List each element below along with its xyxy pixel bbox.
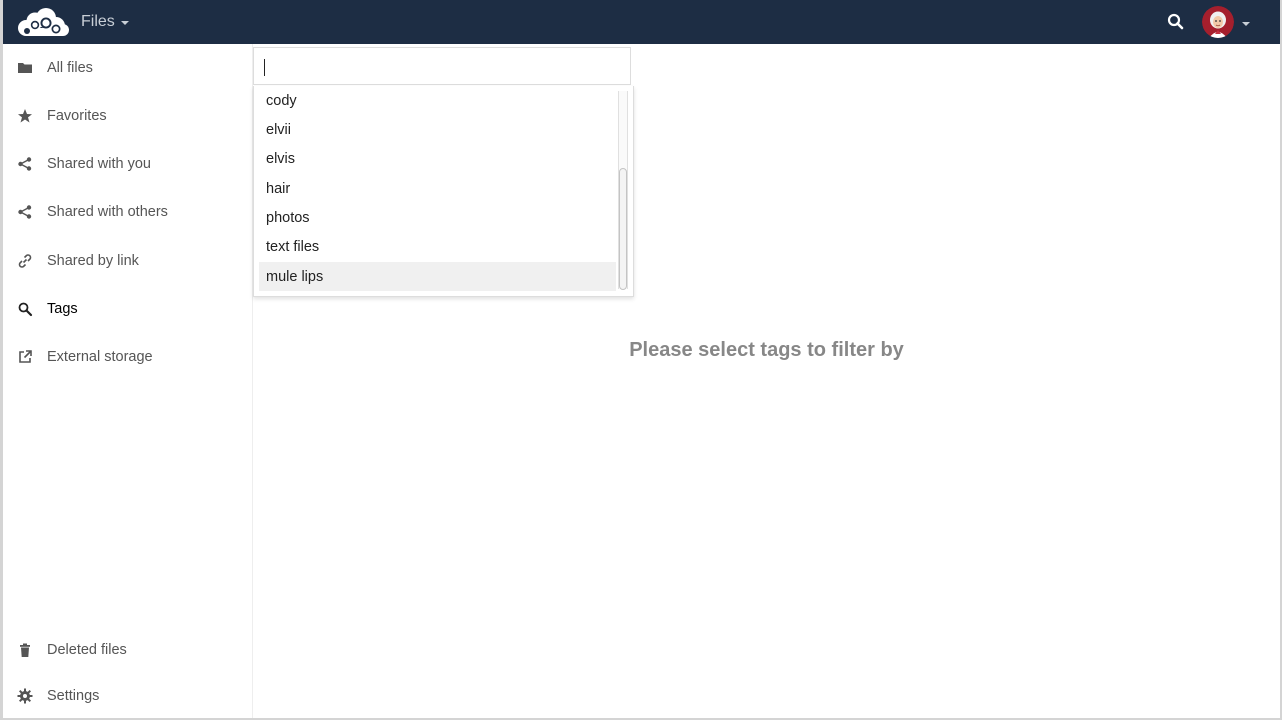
- tag-filter-input[interactable]: [253, 47, 631, 85]
- sidebar-item-shared-by-link[interactable]: Shared by link: [3, 239, 252, 283]
- files-app-window: Files All files Favorites Shared with yo…: [0, 0, 1282, 720]
- tag-option-highlighted[interactable]: mule lips: [259, 262, 616, 291]
- empty-content-message: Please select tags to filter by: [629, 339, 904, 361]
- sidebar-item-settings[interactable]: Settings: [3, 674, 252, 718]
- tag-option-label: mule lips: [266, 268, 324, 285]
- sidebar-item-label: Tags: [47, 301, 78, 317]
- user-avatar-icon[interactable]: [1202, 6, 1234, 38]
- sidebar-item-label: Shared with you: [47, 156, 151, 172]
- tag-option[interactable]: elvis: [259, 144, 616, 173]
- chevron-down-icon: [120, 21, 129, 25]
- sidebar-item-deleted-files[interactable]: Deleted files: [3, 628, 252, 672]
- search-icon[interactable]: [1165, 11, 1187, 33]
- sidebar-item-all-files[interactable]: All files: [3, 46, 252, 90]
- star-icon: [17, 108, 33, 124]
- sidebar-item-label: Deleted files: [47, 642, 127, 658]
- sidebar-item-external-storage[interactable]: External storage: [3, 335, 252, 379]
- share-icon: [17, 156, 33, 172]
- tag-option[interactable]: elvii: [259, 115, 616, 144]
- folder-icon: [17, 60, 33, 76]
- tag-option-label: photos: [266, 209, 310, 226]
- external-link-icon: [17, 349, 33, 365]
- tag-option-label: elvis: [266, 150, 296, 167]
- app-name-label: Files: [81, 13, 115, 30]
- tag-option-label: text files: [266, 238, 320, 255]
- sidebar-item-label: Favorites: [47, 108, 107, 124]
- tag-option-label: hair: [266, 180, 291, 197]
- trash-icon: [17, 642, 33, 658]
- sidebar-item-label: All files: [47, 60, 93, 76]
- app-navigation-sidebar: All files Favorites Shared with you Shar…: [3, 44, 253, 718]
- sidebar-item-label: External storage: [47, 349, 153, 365]
- top-header: Files: [3, 0, 1280, 44]
- search-icon: [17, 301, 33, 317]
- sidebar-item-favorites[interactable]: Favorites: [3, 94, 252, 138]
- link-icon: [17, 253, 33, 269]
- dropdown-scrollbar-thumb[interactable]: [619, 168, 627, 290]
- sidebar-item-shared-with-others[interactable]: Shared with others: [3, 190, 252, 234]
- sidebar-item-tags[interactable]: Tags: [3, 287, 252, 331]
- text-cursor: [264, 59, 265, 76]
- tag-option[interactable]: text files: [259, 232, 616, 261]
- sidebar-item-shared-with-you[interactable]: Shared with you: [3, 142, 252, 186]
- share-icon: [17, 204, 33, 220]
- owncloud-logo-icon[interactable]: [15, 6, 69, 38]
- sidebar-item-label: Settings: [47, 688, 100, 704]
- app-menu-button[interactable]: Files: [81, 0, 129, 44]
- tag-option-label: elvii: [266, 121, 291, 138]
- tag-option[interactable]: photos: [259, 203, 616, 232]
- gear-icon: [17, 688, 33, 704]
- tag-option[interactable]: cody: [259, 86, 616, 115]
- tag-option[interactable]: hair: [259, 174, 616, 203]
- tag-dropdown: cody elvii elvis hair photos text files …: [253, 86, 634, 297]
- sidebar-item-label: Shared with others: [47, 204, 168, 220]
- tag-option-label: cody: [266, 92, 297, 109]
- sidebar-item-label: Shared by link: [47, 253, 139, 269]
- app-content: cody elvii elvis hair photos text files …: [253, 44, 1280, 718]
- user-menu-chevron-icon[interactable]: [1242, 22, 1250, 26]
